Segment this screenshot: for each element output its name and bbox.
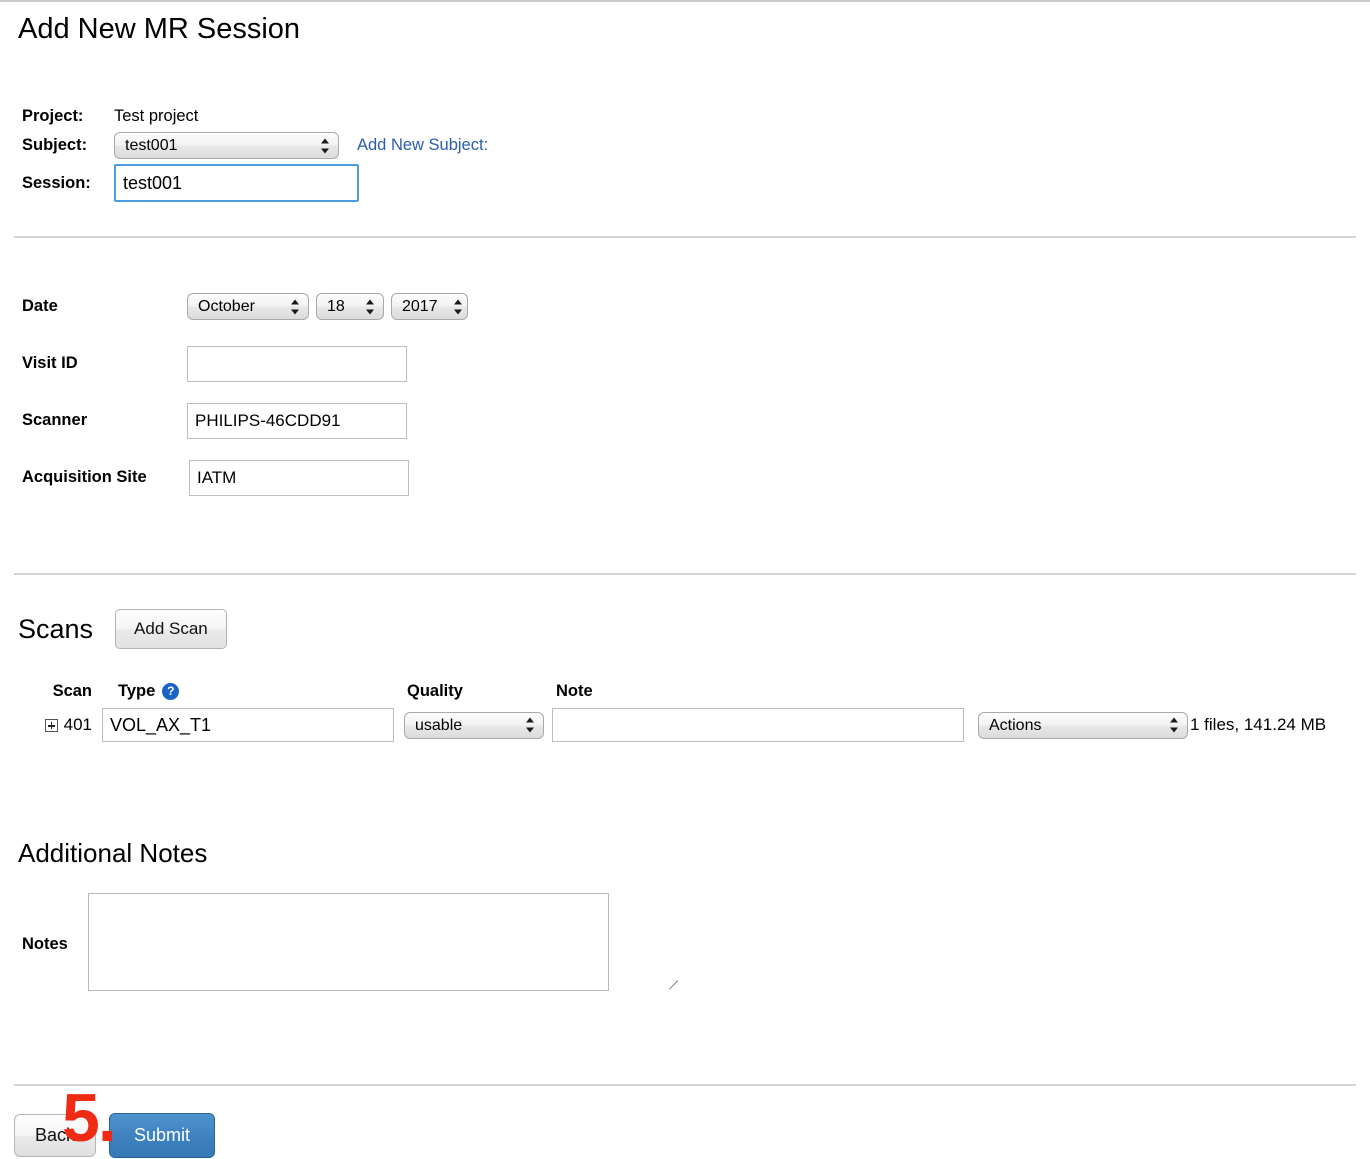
column-header-type-label: Type	[118, 681, 156, 700]
help-icon[interactable]: ?	[162, 682, 180, 700]
notes-row: Notes	[22, 893, 679, 996]
scans-title: Scans	[18, 613, 94, 644]
scan-note-input[interactable]	[552, 708, 964, 742]
day-select-wrapper: 18	[316, 293, 384, 320]
session-row: Session:	[22, 161, 488, 205]
scan-id-cell: 401	[18, 715, 102, 735]
notes-label: Notes	[22, 935, 68, 953]
quality-select[interactable]: usable	[404, 711, 544, 739]
session-label: Session:	[22, 173, 91, 192]
project-row: Project: Test project	[22, 103, 488, 130]
visit-id-label: Visit ID	[22, 354, 78, 372]
scanner-label: Scanner	[22, 411, 88, 429]
column-header-scan: Scan	[52, 681, 92, 700]
notes-textarea-wrapper	[88, 893, 679, 996]
divider-footer	[14, 1084, 1356, 1086]
add-mr-session-page: Add New MR Session Project: Test project…	[0, 2, 1370, 1159]
divider-scans	[14, 573, 1356, 575]
project-label: Project:	[22, 107, 84, 126]
scan-file-info: 1 files, 141.24 MB	[1190, 715, 1327, 734]
table-row: 401 usable Actions	[18, 704, 1358, 746]
session-identity-block: Project: Test project Subject: test001 A…	[22, 103, 488, 207]
scan-type-input[interactable]	[102, 708, 394, 742]
additional-notes-title: Additional Notes	[18, 838, 208, 868]
submit-button[interactable]: Submit	[109, 1113, 216, 1158]
page-title: Add New MR Session	[18, 13, 301, 45]
visit-id-row: Visit ID	[22, 335, 468, 392]
visit-id-input[interactable]	[187, 345, 407, 382]
column-header-type: Type ?	[102, 682, 404, 701]
scan-files-cell: 1 files, 141.24 MB	[1190, 715, 1358, 735]
scans-table-header: Scan Type ? Quality Note	[18, 678, 1358, 704]
quality-select-wrapper: usable	[404, 711, 544, 739]
scans-table: Scan Type ? Quality Note 401 usable	[18, 678, 1358, 746]
month-select[interactable]: October	[187, 293, 309, 320]
day-select[interactable]: 18	[316, 293, 384, 320]
scanner-row: Scanner	[22, 392, 468, 449]
subject-select[interactable]: test001	[114, 132, 339, 159]
subject-row: Subject: test001 Add New Subject:	[22, 132, 488, 159]
date-selects: October 18 2017	[187, 293, 468, 320]
add-scan-button[interactable]: Add Scan	[115, 609, 227, 649]
expand-row-icon[interactable]	[44, 719, 58, 733]
scan-quality-cell: usable	[404, 711, 552, 739]
notes-textarea[interactable]	[88, 893, 609, 991]
back-button[interactable]: Back	[14, 1114, 97, 1157]
actions-select[interactable]: Actions	[978, 711, 1188, 739]
scanner-input[interactable]	[187, 402, 407, 439]
resize-handle-icon[interactable]	[665, 969, 679, 990]
scan-actions-cell: Actions	[972, 711, 1190, 739]
month-select-wrapper: October	[187, 293, 309, 320]
footer-actions: Back Submit	[14, 1113, 216, 1158]
session-input[interactable]	[114, 164, 359, 202]
acquisition-site-input[interactable]	[189, 459, 409, 496]
scans-header: Scans Add Scan	[18, 609, 227, 649]
scan-type-cell	[102, 708, 404, 742]
date-label: Date	[22, 297, 58, 315]
session-details-form: Date October 18 2017 Visit ID Scanner PH…	[22, 278, 468, 506]
date-row: Date October 18 2017	[22, 278, 468, 335]
add-new-subject-link[interactable]: Add New Subject:	[357, 136, 488, 155]
scan-note-cell	[552, 708, 972, 742]
scan-id: 401	[63, 715, 92, 734]
year-select-wrapper: 2017	[391, 293, 468, 320]
column-header-quality: Quality	[407, 681, 463, 700]
acquisition-site-row: Acquisition Site	[22, 449, 468, 506]
subject-label: Subject:	[22, 136, 88, 155]
acquisition-site-label: Acquisition Site	[22, 468, 147, 486]
actions-select-wrapper: Actions	[978, 711, 1188, 739]
year-select[interactable]: 2017	[391, 293, 468, 320]
project-value: Test project	[114, 107, 199, 126]
subject-select-wrapper: test001	[114, 132, 339, 159]
divider-top	[14, 236, 1356, 238]
column-header-note: Note	[556, 681, 593, 700]
